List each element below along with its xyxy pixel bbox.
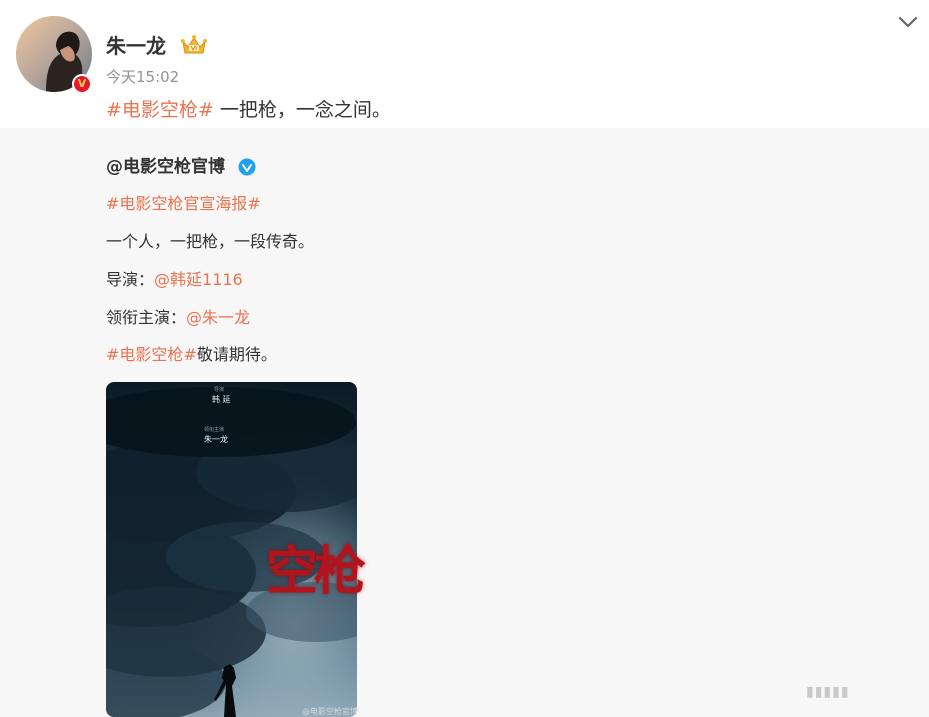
repost-director-line: 导演：@韩延1116 [106, 268, 243, 292]
closing-hashtag-link[interactable]: #电影空枪# [106, 345, 197, 364]
post-timestamp[interactable]: 今天15:02 [106, 66, 179, 88]
post-text: #电影空枪# 一把枪，一念之间。 [106, 96, 391, 124]
poster-watermark: @电影空枪官博 [302, 707, 358, 716]
closing-text: 敬请期待。 [196, 345, 277, 364]
poster-hashtag-link[interactable]: #电影空枪官宣海报# [106, 194, 261, 213]
repost-card: @电影空枪官博 #电影空枪官宣海报# 一个人，一把枪，一段传奇。 导演：@韩延1… [0, 128, 929, 717]
poster-star-label: 领衔主演 [204, 427, 225, 433]
lead-label: 领衔主演： [106, 308, 187, 327]
repost-lead-line: 领衔主演：@朱一龙 [106, 306, 250, 330]
verified-v-icon [238, 158, 256, 176]
repost-tagline: 一个人，一把枪，一段传奇。 [106, 232, 315, 251]
director-label: 导演： [106, 270, 155, 289]
repost-closing-line: #电影空枪#敬请期待。 [106, 343, 277, 367]
more-images-indicator: ▮▮▮▮▮ [806, 684, 850, 700]
chevron-down-icon[interactable] [896, 10, 920, 34]
poster-title: 空枪 [266, 541, 366, 602]
post-hashtag-link[interactable]: #电影空枪# [106, 99, 214, 121]
post-header: V 朱一龙 今天15:02 #电影空枪# 一把枪，一念之间。 [0, 0, 929, 128]
poster-director-name: 韩 延 [212, 395, 231, 404]
avatar[interactable]: V [16, 16, 92, 94]
crown-icon[interactable] [180, 34, 208, 56]
username[interactable]: 朱一龙 [106, 32, 166, 60]
repost-hashtag-line: #电影空枪官宣海报# [106, 192, 261, 216]
poster-star-name: 朱一龙 [204, 435, 228, 444]
lead-mention-link[interactable]: @朱一龙 [186, 308, 250, 327]
repost-author-link[interactable]: @电影空枪官博 [106, 154, 225, 180]
verified-badge-icon: V [72, 74, 92, 94]
poster-director-label: 导演 [214, 387, 225, 393]
post-body-text: 一把枪，一念之间。 [213, 99, 391, 121]
director-mention-link[interactable]: @韩延1116 [154, 270, 243, 289]
